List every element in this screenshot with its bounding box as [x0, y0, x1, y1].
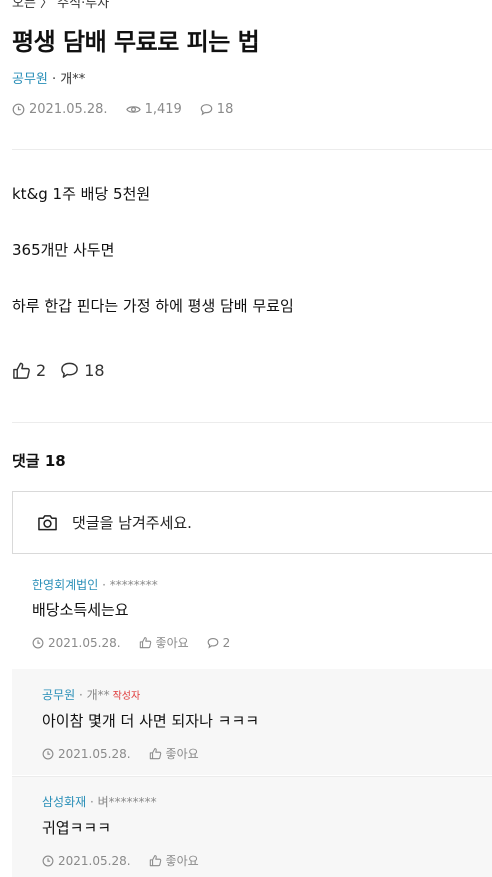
breadcrumb[interactable]: 오픈 〉 주식·투자: [12, 0, 109, 11]
thumbs-up-icon: [149, 855, 161, 867]
comment-date-text: 2021.05.28.: [48, 635, 121, 650]
comments-button[interactable]: 18: [60, 361, 105, 380]
author-company[interactable]: 공무원: [12, 72, 48, 87]
comment-reply-item: 삼성화재 · 벼******** 귀엽ㅋㅋㅋ 2021.05.28. 좋아요: [12, 776, 492, 877]
comment-author-name: · 개**: [75, 688, 110, 702]
thumbs-up-icon: [139, 637, 151, 649]
reactions-divider: [12, 422, 492, 423]
comment-date: 2021.05.28.: [42, 747, 131, 761]
post-body-line: kt&g 1주 배당 5천원: [12, 185, 151, 203]
clock-icon: [42, 855, 54, 866]
comment-author: 공무원 · 개** 작성자: [42, 686, 140, 703]
post-comment-count: 18: [200, 102, 234, 117]
post-comment-count-text: 18: [216, 102, 234, 117]
post-body-line: 하루 한갑 핀다는 가정 하에 평생 담배 무료임: [12, 297, 294, 315]
like-button[interactable]: 2: [12, 361, 46, 380]
comment-like-label: 좋아요: [165, 747, 199, 761]
comment-footer: 2021.05.28. 좋아요: [42, 852, 217, 869]
comment-like-label: 좋아요: [155, 636, 189, 650]
comment-like-button[interactable]: 좋아요: [149, 745, 199, 762]
author-badge: 작성자: [112, 691, 141, 702]
comment-count: 18: [84, 361, 105, 380]
post-date-text: 2021.05.28.: [29, 102, 108, 117]
comment-input[interactable]: 댓글을 남겨주세요.: [12, 491, 492, 554]
header-divider: [12, 149, 492, 150]
like-count: 2: [36, 361, 47, 380]
comment-date: 2021.05.28.: [32, 636, 121, 650]
author-name: · 개**: [52, 72, 86, 87]
post-title: 평생 담배 무료로 피는 법: [12, 28, 260, 56]
eye-icon: [125, 106, 141, 113]
comment-footer: 2021.05.28. 좋아요: [42, 745, 217, 762]
post-meta: 2021.05.28. 1,419 18: [12, 102, 251, 117]
comment-author-name: · ********: [98, 578, 158, 592]
comment-text: 귀엽ㅋㅋㅋ: [42, 819, 112, 837]
comment-company[interactable]: 한영회계법인: [32, 578, 98, 592]
comment-like-button[interactable]: 좋아요: [149, 852, 199, 869]
thumbs-up-icon: [149, 748, 161, 760]
clock-icon: [12, 103, 25, 116]
post-reactions: 2 18: [12, 361, 119, 380]
comment-author-name: · 벼********: [86, 795, 157, 809]
clock-icon: [32, 637, 44, 648]
post-views: 1,419: [125, 102, 182, 117]
speech-bubble-icon: [61, 362, 78, 378]
clock-icon: [42, 748, 54, 759]
comment-text: 아이참 몇개 더 사면 되자나 ㅋㅋㅋ: [42, 712, 260, 730]
comment-text: 배당소득세는요: [32, 601, 129, 619]
comment-like-label: 좋아요: [165, 854, 199, 868]
speech-bubble-icon: [207, 637, 219, 648]
speech-bubble-icon: [200, 104, 213, 116]
comment-footer: 2021.05.28. 좋아요 2: [32, 634, 248, 651]
post-date: 2021.05.28.: [12, 102, 108, 117]
thumbs-up-icon: [13, 362, 30, 379]
comment-author: 삼성화재 · 벼********: [42, 793, 157, 810]
comment-reply-item: 공무원 · 개** 작성자 아이참 몇개 더 사면 되자나 ㅋㅋㅋ 2021.05…: [12, 669, 492, 775]
post-views-text: 1,419: [144, 102, 182, 117]
comment-date-text: 2021.05.28.: [58, 853, 131, 868]
post-author: 공무원 · 개**: [12, 68, 85, 87]
comment-item: 한영회계법인 · ******** 배당소득세는요 2021.05.28. 좋아…: [12, 558, 492, 668]
comments-header: 댓글 18: [12, 452, 66, 470]
comment-date: 2021.05.28.: [42, 854, 131, 868]
comment-date-text: 2021.05.28.: [58, 746, 131, 761]
post-body-line: 365개만 사두면: [12, 241, 115, 259]
comment-input-placeholder: 댓글을 남겨주세요.: [72, 514, 192, 532]
comment-author: 한영회계법인 · ********: [32, 576, 158, 593]
comment-company[interactable]: 공무원: [42, 688, 75, 702]
comment-reply-count: 2: [222, 635, 231, 650]
camera-icon[interactable]: [37, 513, 58, 532]
comment-company[interactable]: 삼성화재: [42, 795, 86, 809]
comment-like-button[interactable]: 좋아요: [139, 634, 189, 651]
comment-reply-button[interactable]: 2: [207, 635, 231, 650]
